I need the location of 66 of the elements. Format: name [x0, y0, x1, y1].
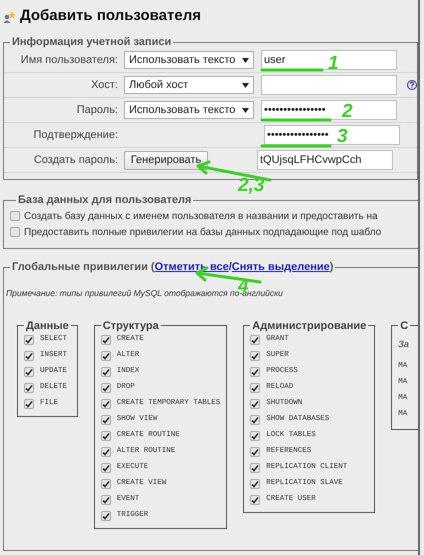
- field-label: Подтверждение:: [32, 128, 119, 143]
- checkbox[interactable]: [250, 382, 260, 393]
- limits-note: За: [398, 338, 410, 351]
- dropdown[interactable]: Любой хост: [124, 76, 254, 94]
- note-text: Примечание: типы привилегий MySQL отображаются по-английски: [6, 288, 284, 300]
- page-title: Добавить пользователя: [20, 6, 201, 26]
- checkbox[interactable]: [100, 430, 111, 441]
- checkbox[interactable]: [250, 446, 260, 457]
- checkbox[interactable]: [100, 446, 111, 457]
- panel-legend: База данных для пользователя: [16, 194, 194, 206]
- annotation-underline: [260, 118, 332, 122]
- checkbox[interactable]: [250, 494, 260, 505]
- add-user-icon: [3, 10, 16, 22]
- checkbox-label: Создать базу данных с именем пользователя в названии и предоставить на: [24, 210, 378, 224]
- group-legend: Структура: [100, 320, 161, 332]
- generate-button[interactable]: Генерировать: [124, 150, 208, 170]
- group-legend: С: [398, 320, 410, 332]
- annotation-number: 1: [328, 54, 339, 73]
- checkbox[interactable]: [100, 350, 111, 361]
- input-field[interactable]: tQUjsqLFHCvwpCch: [257, 150, 393, 170]
- field-label: Пароль:: [76, 102, 119, 118]
- checkbox[interactable]: [100, 398, 111, 409]
- checkbox[interactable]: [100, 494, 111, 505]
- link-separator: /: [228, 261, 232, 273]
- checkbox[interactable]: [100, 510, 111, 521]
- uncheck-all-link[interactable]: Снять выделение: [232, 261, 330, 273]
- caret-icon: [242, 108, 249, 112]
- checkbox[interactable]: [250, 398, 260, 409]
- annotation-underline: [260, 68, 324, 72]
- group-legend: Данные: [24, 320, 71, 332]
- checkbox-label: Предоставить полные привилегии на базы данных подпадающие под шабло: [24, 226, 382, 240]
- checkbox[interactable]: [100, 478, 111, 489]
- checkbox[interactable]: [100, 334, 111, 345]
- annotation-number: 3: [337, 127, 348, 146]
- checkbox[interactable]: [24, 366, 34, 377]
- checkbox[interactable]: [100, 414, 111, 425]
- field-label: Создать пароль:: [32, 152, 119, 168]
- panel-legend: Глобальные привилегии (: [12, 261, 155, 273]
- checkbox[interactable]: [250, 430, 260, 441]
- checkbox[interactable]: [24, 398, 34, 409]
- checkbox[interactable]: [100, 462, 111, 473]
- checkbox[interactable]: [10, 227, 20, 237]
- checkbox[interactable]: [10, 211, 20, 221]
- input-field[interactable]: [261, 75, 397, 95]
- checkbox[interactable]: [250, 462, 260, 473]
- checkbox[interactable]: [24, 350, 34, 361]
- checkbox[interactable]: [24, 382, 34, 393]
- dropdown[interactable]: Использовать тексто: [124, 101, 254, 119]
- caret-icon: [242, 82, 249, 88]
- annotation-underline: [260, 144, 332, 148]
- caret-icon: [242, 58, 249, 62]
- group-legend: Администрирование: [250, 320, 368, 332]
- checkbox[interactable]: [250, 350, 260, 361]
- dropdown[interactable]: Использовать тексто: [124, 51, 254, 69]
- checkbox[interactable]: [250, 366, 260, 377]
- annotation-number: 2: [342, 102, 353, 121]
- checkbox[interactable]: [100, 382, 111, 393]
- field-label: Имя пользователя:: [20, 52, 119, 68]
- checkbox[interactable]: [250, 478, 260, 489]
- field-label: Хост:: [90, 78, 119, 93]
- legend-bracket: ): [330, 261, 334, 273]
- checkbox[interactable]: [250, 414, 260, 425]
- checkbox[interactable]: [24, 334, 34, 345]
- checkbox[interactable]: [100, 366, 111, 377]
- panel-legend: Информация учетной записи: [10, 36, 174, 48]
- checkbox[interactable]: [250, 334, 260, 345]
